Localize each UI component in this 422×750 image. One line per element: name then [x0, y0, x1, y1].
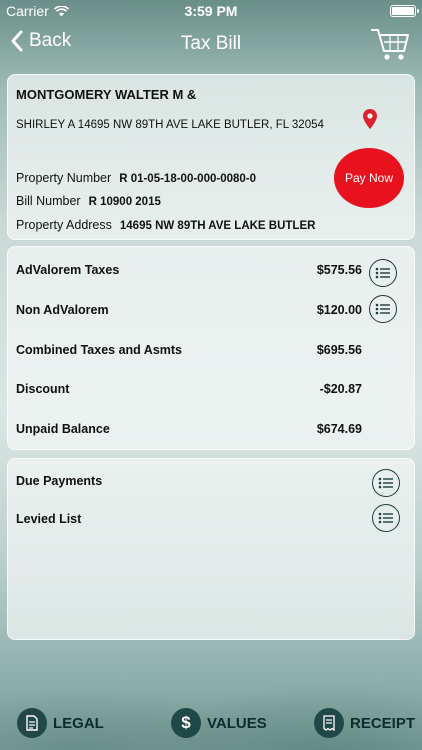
dollar-icon: $ [171, 708, 201, 738]
lists-card: Due Payments Levied List [7, 458, 415, 640]
battery-icon [390, 5, 419, 17]
levied-list-button[interactable] [372, 504, 400, 532]
tax-row-amount: $695.56 [316, 343, 362, 357]
tab-values-label: VALUES [207, 714, 267, 732]
owner-address: SHIRLEY A 14695 NW 89TH AVE LAKE BUTLER,… [16, 119, 324, 131]
tab-legal[interactable]: LEGAL [17, 708, 104, 738]
nav-bar: Back Tax Bill [0, 22, 422, 66]
list-icon [375, 267, 390, 279]
owner-name: MONTGOMERY WALTER M & [16, 87, 197, 102]
tax-row-label: AdValorem Taxes [16, 263, 120, 277]
tax-row-combined: Combined Taxes and Asmts $695.56 [16, 339, 406, 361]
list-icon [378, 512, 393, 524]
tax-row-non-advalorem: Non AdValorem $120.00 [16, 299, 406, 321]
property-address-value: 14695 NW 89TH AVE LAKE BUTLER [119, 220, 316, 232]
tax-row-label: Discount [16, 382, 70, 396]
bill-number-value: R 10900 2015 [88, 196, 161, 208]
tax-row-amount: $120.00 [316, 303, 362, 317]
tax-row-advalorem: AdValorem Taxes $575.56 [16, 259, 406, 281]
tax-row-unpaid-balance: Unpaid Balance $674.69 [16, 418, 406, 440]
tab-receipt-label: RECEIPT [350, 714, 416, 732]
property-number-value: R 01-05-18-00-000-0080-0 [119, 173, 256, 185]
list-icon [375, 303, 390, 315]
tab-values[interactable]: $ VALUES [171, 708, 267, 738]
tax-row-label: Combined Taxes and Asmts [16, 343, 183, 357]
document-icon [17, 708, 47, 738]
bottom-tab-bar: LEGAL $ VALUES RECEIPT [0, 704, 422, 750]
clock: 3:59 PM [184, 3, 238, 19]
pay-now-button[interactable]: Pay Now [334, 148, 404, 208]
receipt-icon [314, 708, 344, 738]
bill-number-label: Bill Number [16, 194, 81, 208]
tax-row-amount: $674.69 [316, 422, 362, 436]
list-icon [378, 477, 393, 489]
property-number-label: Property Number [16, 171, 112, 185]
taxes-card: AdValorem Taxes $575.56 Non AdValorem $1… [7, 246, 415, 450]
levied-list-label: Levied List [16, 512, 82, 526]
tab-receipt[interactable]: RECEIPT [314, 708, 415, 738]
tax-row-amount: -$20.87 [319, 382, 362, 396]
due-payments-label: Due Payments [16, 474, 103, 488]
map-pin-icon[interactable] [363, 109, 377, 129]
property-address-label: Property Address [16, 218, 112, 232]
tab-legal-label: LEGAL [53, 714, 104, 732]
non-advalorem-list-button[interactable] [369, 295, 397, 323]
property-number-row: Property Number R 01-05-18-00-000-0080-0 [16, 171, 256, 185]
due-payments-list-button[interactable] [372, 469, 400, 497]
tax-row-label: Unpaid Balance [16, 422, 110, 436]
advalorem-list-button[interactable] [369, 259, 397, 287]
tax-row-amount: $575.56 [316, 263, 362, 277]
status-bar: Carrier 3:59 PM [0, 0, 422, 22]
tax-row-discount: Discount -$20.87 [16, 378, 406, 400]
cart-icon[interactable] [368, 24, 412, 64]
page-title: Tax Bill [180, 33, 242, 54]
bill-number-row: Bill Number R 10900 2015 [16, 194, 161, 208]
tax-row-label: Non AdValorem [16, 303, 109, 317]
property-address-row: Property Address 14695 NW 89TH AVE LAKE B… [16, 218, 315, 232]
bill-info-card: MONTGOMERY WALTER M & SHIRLEY A 14695 NW… [7, 74, 415, 240]
